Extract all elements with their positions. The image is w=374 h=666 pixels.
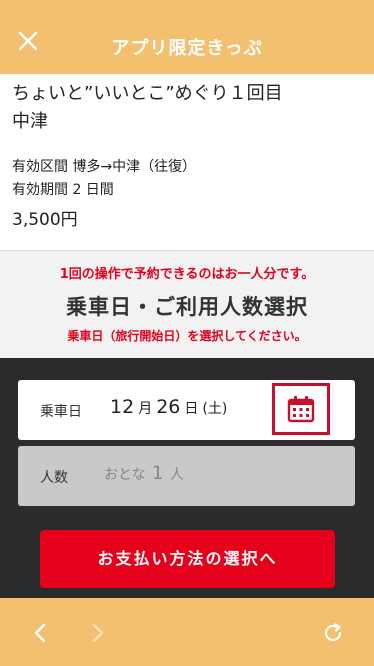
bottom-nav	[0, 598, 374, 666]
date-month: 12	[110, 396, 135, 418]
date-day: 26	[156, 396, 181, 418]
date-instruction: 乗車日（旅行開始日）を選択してください。	[67, 329, 307, 343]
people-field[interactable]: 人数 おとな 1 人	[18, 446, 355, 506]
ticket-name-line2: 中津	[12, 111, 48, 132]
date-value: 12 月 26 日 (土)	[110, 396, 227, 418]
date-label: 乗車日	[40, 404, 82, 420]
section-heading: 乗車日・ご利用人数選択	[66, 295, 308, 319]
selection-form: 乗車日 12 月 26 日 (土) 人数 おとな 1 人 お支払い方法の選択へ	[0, 358, 374, 598]
chevron-left-icon[interactable]	[30, 622, 52, 644]
valid-section: 有効区間 博多→中津（往復）	[12, 159, 197, 175]
chevron-right-icon[interactable]	[86, 622, 108, 644]
page-title: アプリ限定きっぷ	[111, 38, 263, 59]
ticket-info: ちょいと”いいとこ”めぐり１回目 中津 有効区間 博多→中津（往復） 有効期間 …	[0, 74, 374, 250]
reload-icon[interactable]	[322, 622, 344, 644]
header-bar: アプリ限定きっぷ	[0, 0, 374, 74]
ticket-price: 3,500円	[12, 210, 78, 230]
calendar-button[interactable]	[272, 383, 330, 435]
people-value: おとな 1 人	[104, 462, 184, 484]
people-unit: 人	[169, 467, 184, 483]
date-month-unit: 月	[138, 401, 153, 417]
payment-method-button[interactable]: お支払い方法の選択へ	[40, 530, 335, 588]
calendar-icon	[287, 396, 315, 423]
notice-panel: 1回の操作で予約できるのはお一人分です。 乗車日・ご利用人数選択 乗車日（旅行開…	[0, 250, 374, 358]
date-day-unit: 日	[184, 401, 199, 417]
date-weekday: (土)	[202, 401, 228, 417]
people-count: 1	[151, 462, 164, 484]
limit-notice: 1回の操作で予約できるのはお一人分です。	[59, 267, 315, 282]
people-type: おとな	[104, 467, 146, 483]
ticket-name: ちょいと”いいとこ”めぐり１回目 中津	[12, 80, 283, 136]
people-label: 人数	[40, 470, 68, 486]
ticket-name-line1: ちょいと”いいとこ”めぐり１回目	[12, 83, 283, 104]
ticket-details: 有効区間 博多→中津（往復） 有効期間 2 日間	[12, 156, 196, 202]
valid-period: 有効期間 2 日間	[12, 182, 114, 198]
